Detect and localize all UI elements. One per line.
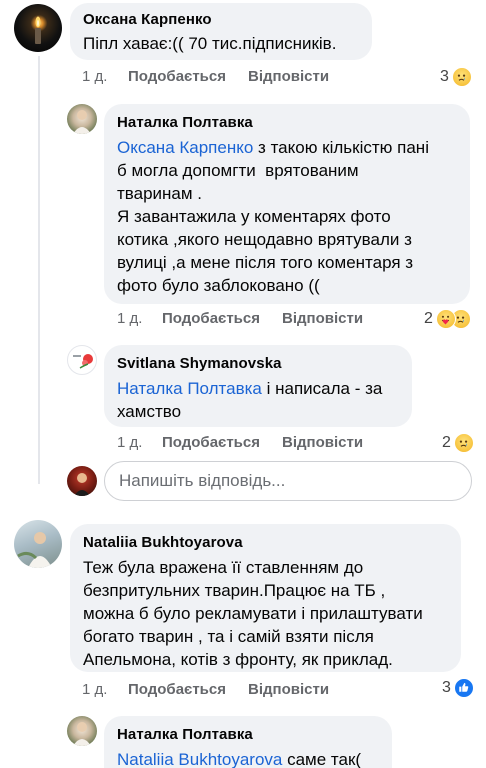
comment-author[interactable]: Наталка Полтавка — [117, 113, 457, 133]
reactions-summary[interactable]: 2 — [442, 432, 474, 454]
care-emoji-icon — [435, 309, 456, 329]
mention-link[interactable]: Nataliia Bukhtoyarova — [117, 750, 282, 768]
comment-text: Наталка Полтавка і написала - за хамство — [117, 379, 383, 421]
reaction-count: 2 — [442, 434, 451, 451]
like-button[interactable]: Подобається — [162, 308, 260, 330]
profile-photo-icon — [74, 473, 90, 496]
reaction-count: 2 — [424, 310, 433, 327]
current-user-avatar[interactable] — [67, 466, 97, 496]
mention-link[interactable]: Наталка Полтавка — [117, 379, 262, 398]
reply-button[interactable]: Відповісти — [248, 66, 329, 88]
comment-text: Теж була вражена її ставленням до безпри… — [83, 558, 423, 669]
reply-button[interactable]: Відповісти — [248, 679, 329, 701]
comment-bubble: Наталка Полтавка Nataliia Bukhtoyarova с… — [104, 716, 392, 768]
comment-bubble: Оксана Карпенко Піпл хаває:(( 70 тис.під… — [70, 3, 372, 60]
avatar-oksana[interactable] — [14, 4, 62, 52]
thread-line — [38, 56, 40, 484]
comment-actions: 1 д. Подобається Відповісти — [117, 432, 417, 454]
comment-time[interactable]: 1 д. — [117, 308, 142, 330]
comment-actions: 1 д. Подобається Відповісти — [82, 66, 422, 88]
comment-time[interactable]: 1 д. — [117, 432, 142, 454]
reactions-summary[interactable]: 2 — [424, 308, 471, 330]
comment-bubble: Svitlana Shymanovska Наталка Полтавка і … — [104, 345, 412, 427]
comment-actions: 1 д. Подобається Відповісти — [117, 308, 417, 330]
comment-bubble: Наталка Полтавка Оксана Карпенко з такою… — [104, 104, 470, 304]
like-button[interactable]: Подобається — [128, 679, 226, 701]
like-button[interactable]: Подобається — [128, 66, 226, 88]
avatar-natalka[interactable] — [67, 104, 97, 134]
reaction-count: 3 — [440, 68, 449, 85]
reaction-count: 3 — [442, 679, 451, 696]
reactions-summary[interactable]: 3 — [440, 66, 472, 88]
like-icon — [453, 678, 474, 698]
reply-button[interactable]: Відповісти — [282, 308, 363, 330]
comment-time[interactable]: 1 д. — [82, 679, 107, 701]
avatar-svitlana[interactable] — [67, 345, 97, 375]
candle-icon — [35, 16, 41, 44]
reply-input-box[interactable] — [104, 461, 472, 501]
comment-time[interactable]: 1 д. — [82, 66, 107, 88]
reactions-summary[interactable]: 3 — [442, 677, 474, 699]
sad-emoji-icon — [451, 67, 472, 87]
comment-text: Піпл хаває:(( 70 тис.підписників. — [83, 34, 337, 53]
comment-author[interactable]: Наталка Полтавка — [117, 725, 379, 745]
comment-author[interactable]: Nataliia Bukhtoyarova — [83, 533, 448, 553]
mention-link[interactable]: Оксана Карпенко — [117, 138, 253, 157]
reply-input[interactable] — [105, 462, 471, 500]
flower-logo-icon — [73, 354, 93, 369]
sad-emoji-icon — [453, 433, 474, 453]
profile-photo-icon — [73, 722, 91, 746]
comment-text: Nataliia Bukhtoyarova саме так( — [117, 750, 362, 768]
reply-button[interactable]: Відповісти — [282, 432, 363, 454]
comment-actions: 1 д. Подобається Відповісти — [82, 679, 422, 701]
comment-bubble: Nataliia Bukhtoyarova Теж була вражена ї… — [70, 524, 461, 672]
comment-author[interactable]: Оксана Карпенко — [83, 10, 359, 30]
profile-photo-icon — [17, 532, 52, 568]
like-button[interactable]: Подобається — [162, 432, 260, 454]
comment-text: Оксана Карпенко з такою кількістю пані б… — [117, 138, 429, 295]
profile-photo-icon — [73, 110, 91, 134]
avatar-natalka[interactable] — [67, 716, 97, 746]
comment-author[interactable]: Svitlana Shymanovska — [117, 354, 399, 374]
avatar-nataliia[interactable] — [14, 520, 62, 568]
